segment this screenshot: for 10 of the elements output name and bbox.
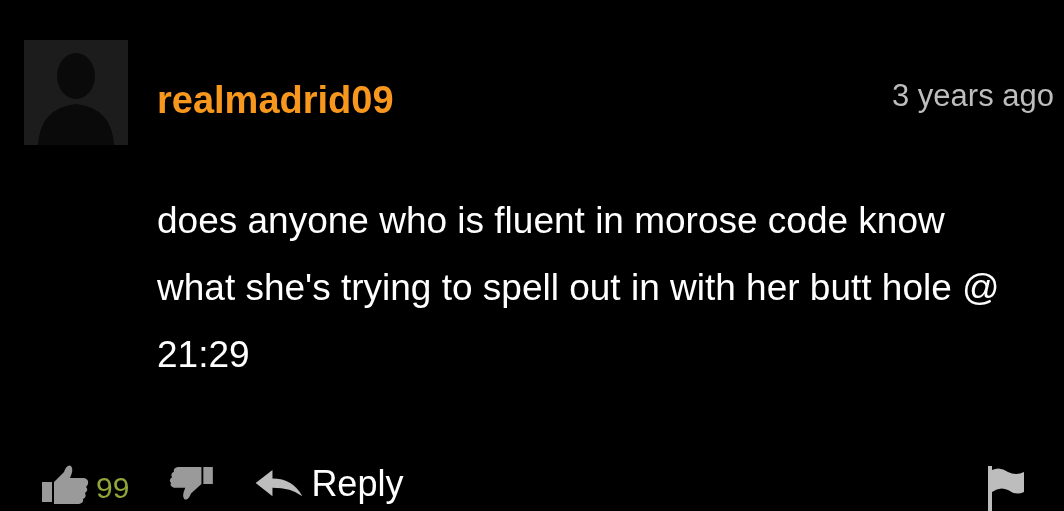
comment-text: does anyone who is fluent in morose code know what she's trying to spell out in with her butt hole @ 21:29 [157,199,1001,377]
like-count: 99 [96,471,130,505]
username[interactable]: realmadrid09 [157,78,394,122]
timestamp: 3 years ago [892,77,1054,115]
thumbs-down-icon[interactable] [167,465,216,503]
flag-icon[interactable] [986,466,1024,511]
reply-button[interactable]: Reply [255,463,404,505]
thumbs-up-icon[interactable] [40,464,90,504]
avatar-icon [24,40,128,145]
reply-arrow-icon [255,470,304,498]
